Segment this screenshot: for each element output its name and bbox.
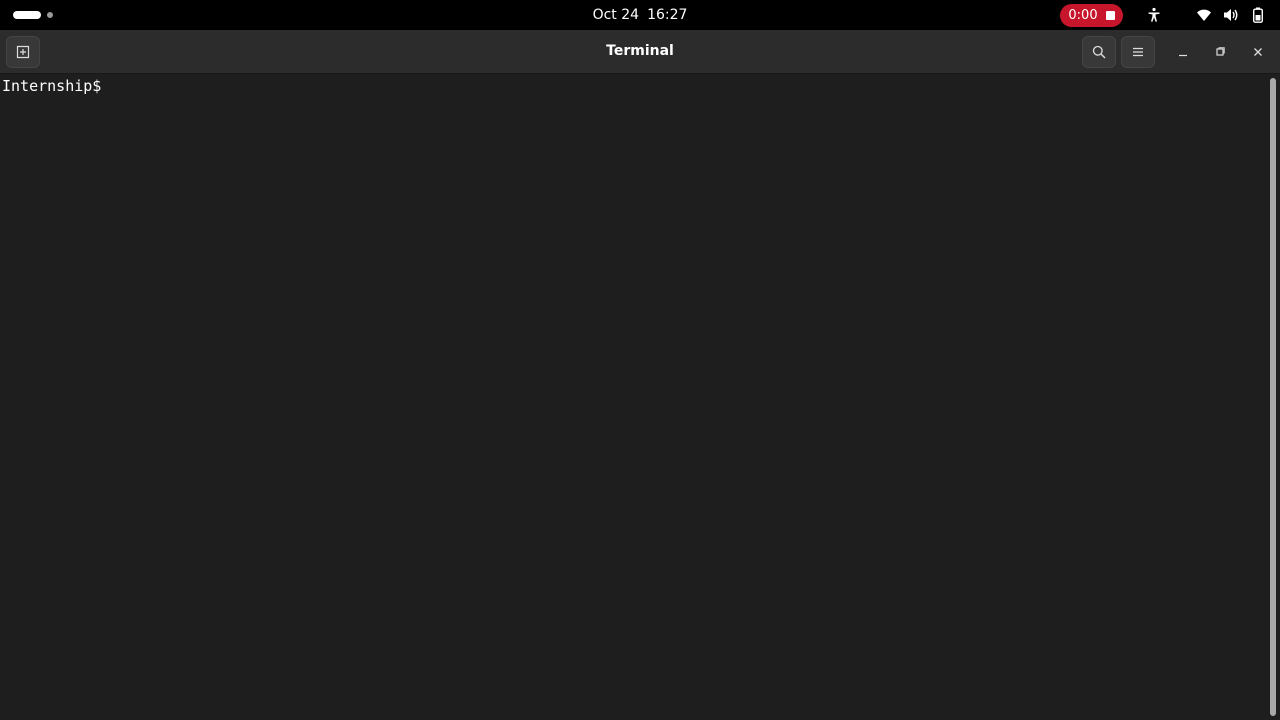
menu-icon (1133, 47, 1143, 57)
maximize-icon (1216, 47, 1225, 56)
workspace-indicator[interactable] (13, 10, 53, 20)
stop-icon (1105, 11, 1115, 20)
close-icon (1254, 48, 1262, 56)
terminal-view[interactable]: Internship$ (0, 74, 1266, 720)
close-button[interactable] (1246, 40, 1270, 64)
top-bar: Oct 24 16:27 0:00 (0, 0, 1280, 30)
accessibility-icon[interactable] (1145, 6, 1163, 24)
workspace-active-pill[interactable] (13, 11, 41, 19)
battery-icon[interactable] (1249, 6, 1267, 24)
workspace-dot[interactable] (47, 12, 53, 18)
menu-button[interactable] (1121, 36, 1155, 68)
shell-prompt: Internship$ (2, 77, 111, 95)
scrollbar-thumb[interactable] (1270, 78, 1276, 716)
volume-icon[interactable] (1222, 6, 1240, 24)
wifi-icon[interactable] (1195, 6, 1213, 24)
new-tab-icon (16, 45, 30, 59)
screen-recording-indicator[interactable]: 0:00 (1060, 4, 1123, 27)
minimize-icon (1179, 54, 1187, 57)
terminal-scrollbar[interactable] (1266, 74, 1280, 720)
recording-elapsed: 0:00 (1068, 8, 1098, 23)
minimize-button[interactable] (1171, 40, 1195, 64)
new-tab-button[interactable] (6, 36, 40, 68)
time-label: 16:27 (647, 7, 688, 23)
date-label: Oct 24 (592, 7, 640, 23)
maximize-button[interactable] (1208, 40, 1232, 64)
prompt-line: Internship$ (2, 77, 110, 95)
date-time[interactable]: Oct 24 16:27 (540, 0, 740, 30)
search-button[interactable] (1082, 36, 1116, 68)
terminal-headerbar: Terminal (0, 30, 1280, 74)
search-icon (1092, 45, 1106, 59)
window-title: Terminal (606, 43, 674, 59)
